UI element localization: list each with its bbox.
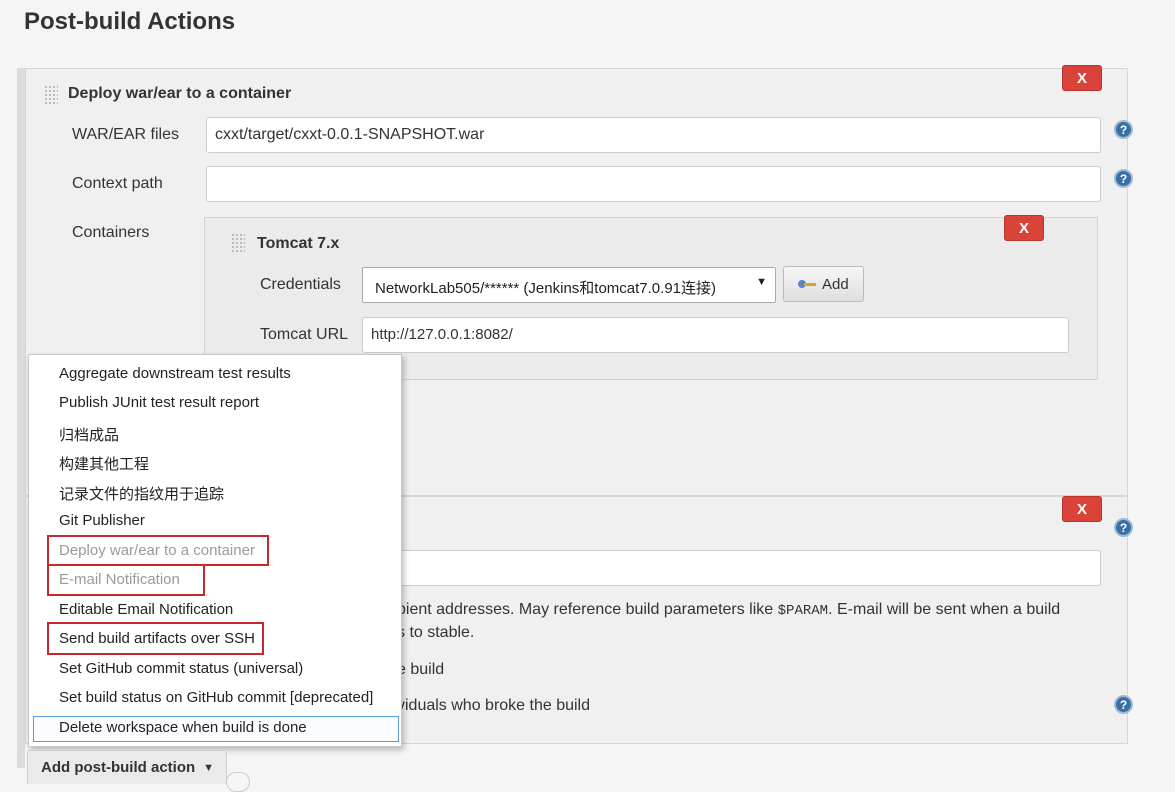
page-title: Post-build Actions: [24, 8, 236, 35]
menu-item-github-status-deprecated[interactable]: Set build status on GitHub commit [depre…: [59, 689, 373, 706]
war-ear-files-input[interactable]: cxxt/target/cxxt-0.0.1-SNAPSHOT.war: [206, 117, 1101, 153]
containers-label: Containers: [72, 224, 150, 241]
menu-item-github-status-universal[interactable]: Set GitHub commit status (universal): [59, 660, 303, 677]
menu-item-delete-workspace[interactable]: Delete workspace when build is done: [59, 719, 307, 736]
option-every-unstable-label: e build: [397, 661, 445, 678]
highlight-box: [47, 564, 205, 596]
key-icon: [798, 280, 816, 288]
description-text: . E-mail will be sent when a build: [828, 601, 1061, 618]
drag-handle-icon[interactable]: [231, 233, 245, 253]
description-text: pient addresses. May reference build par…: [397, 601, 778, 618]
help-icon[interactable]: ?: [1114, 518, 1133, 537]
remove-deploy-section-button[interactable]: X: [1062, 65, 1102, 91]
context-path-label: Context path: [72, 175, 163, 192]
menu-item-aggregate-test-results[interactable]: Aggregate downstream test results: [59, 365, 291, 382]
section-left-bar: [17, 68, 25, 768]
post-build-action-menu: Aggregate downstream test results Publis…: [28, 354, 402, 747]
recipients-description: pient addresses. May reference build par…: [397, 601, 1060, 619]
help-icon[interactable]: ?: [1114, 695, 1133, 714]
help-icon[interactable]: ?: [1114, 169, 1133, 188]
credentials-selected-value: NetworkLab505/****** (Jenkins和tomcat7.0.…: [375, 280, 716, 297]
add-credentials-button[interactable]: Add: [783, 266, 864, 302]
highlight-box: [47, 622, 264, 655]
context-path-input[interactable]: [206, 166, 1101, 202]
credentials-select[interactable]: NetworkLab505/****** (Jenkins和tomcat7.0.…: [362, 267, 776, 303]
chevron-down-icon: ▼: [756, 276, 767, 288]
next-button-edge: [226, 772, 250, 792]
drag-handle-icon[interactable]: [44, 85, 58, 105]
remove-email-section-button[interactable]: X: [1062, 496, 1102, 522]
menu-item-build-other-projects[interactable]: 构建其他工程: [59, 453, 149, 474]
recipients-description-line2: s to stable.: [397, 624, 475, 641]
menu-item-archive-artifacts[interactable]: 归档成品: [59, 424, 119, 445]
add-credentials-label: Add: [822, 275, 849, 293]
remove-tomcat-button[interactable]: X: [1004, 215, 1044, 241]
menu-item-editable-email[interactable]: Editable Email Notification: [59, 601, 233, 618]
option-send-individuals-label: viduals who broke the build: [397, 697, 591, 714]
highlight-box: [47, 535, 269, 566]
tomcat-title: Tomcat 7.x: [257, 235, 340, 252]
tomcat-url-label: Tomcat URL: [260, 326, 349, 343]
add-post-build-action-button[interactable]: Add post-build action ▼: [27, 750, 227, 784]
menu-item-fingerprint[interactable]: 记录文件的指纹用于追踪: [59, 483, 224, 504]
deploy-section-title: Deploy war/ear to a container: [68, 85, 292, 102]
tomcat-url-input[interactable]: http://127.0.0.1:8082/: [362, 317, 1069, 353]
chevron-down-icon: ▼: [203, 761, 215, 774]
credentials-label: Credentials: [260, 276, 341, 293]
recipients-input[interactable]: [366, 550, 1101, 586]
menu-item-publish-junit[interactable]: Publish JUnit test result report: [59, 394, 259, 411]
add-post-build-action-label: Add post-build action: [41, 759, 196, 776]
param-code: $PARAM: [777, 603, 829, 619]
war-ear-files-label: WAR/EAR files: [72, 126, 179, 143]
menu-item-git-publisher[interactable]: Git Publisher: [59, 512, 145, 529]
help-icon[interactable]: ?: [1114, 120, 1133, 139]
